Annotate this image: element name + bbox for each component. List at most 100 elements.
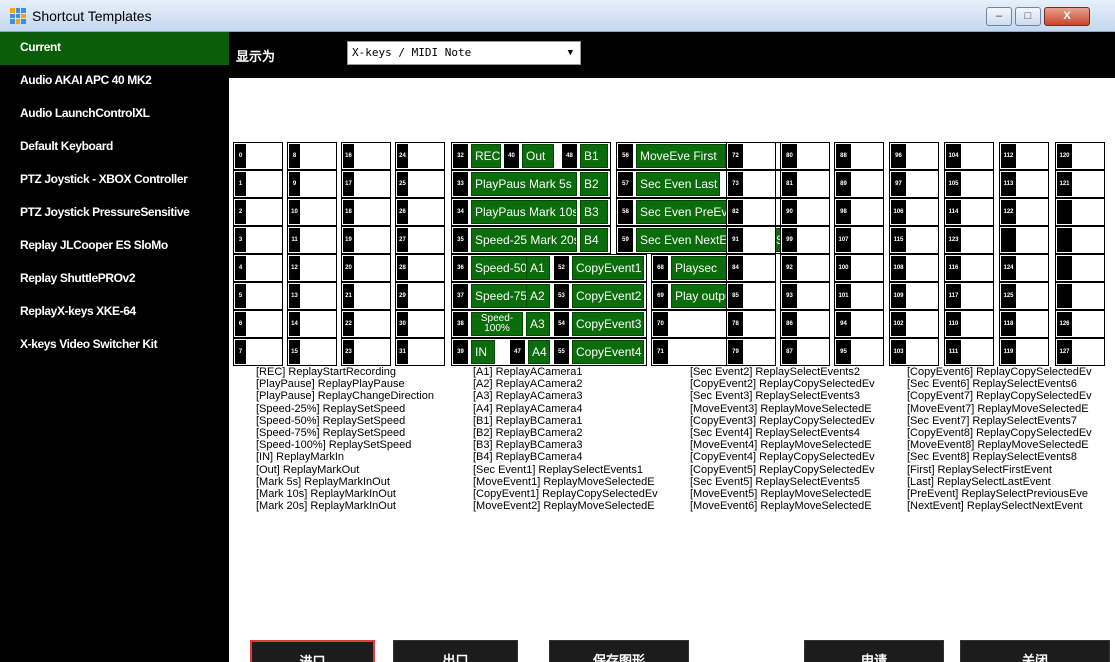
key-cell[interactable]: 24 [395,142,445,170]
key-cell[interactable]: 78 [726,310,776,338]
key-cell[interactable]: 81 [780,170,830,198]
key-action-button[interactable]: IN [471,340,495,364]
key-cell[interactable]: 127 [1055,338,1105,366]
key-cell[interactable]: 88 [834,142,884,170]
key-action-button[interactable]: CopyEvent4 [572,340,644,364]
key-cell[interactable]: 98 [834,198,884,226]
key-cell[interactable]: 100 [834,254,884,282]
key-cell[interactable]: 86 [780,310,830,338]
key-cell[interactable]: 107 [834,226,884,254]
key-action-button[interactable]: A2 [526,284,550,308]
key-cell[interactable]: 28 [395,254,445,282]
key-cell[interactable]: 111 [944,338,994,366]
key-cell[interactable]: 11 [287,226,337,254]
key-cell[interactable]: 31 [395,338,445,366]
key-cell[interactable]: 123 [944,226,994,254]
apply-button[interactable]: 申请 [804,640,944,662]
key-cell[interactable]: 120 [1055,142,1105,170]
key-cell[interactable]: 25 [395,170,445,198]
key-cell[interactable]: 87 [780,338,830,366]
key-action-button[interactable]: Sec Even Last [636,172,720,196]
close-window-button[interactable]: X [1044,7,1090,26]
key-cell[interactable]: 73 [726,170,776,198]
sidebar-item-jlcooper[interactable]: Replay JLCooper ES SloMo [0,230,229,263]
key-cell[interactable]: 125 [999,282,1049,310]
key-cell[interactable]: 110 [944,310,994,338]
key-cell[interactable] [1055,226,1105,254]
key-cell[interactable]: 80 [780,142,830,170]
key-action-button[interactable]: PlayPaus Mark 10s [471,200,577,224]
sidebar-item-launchcontrol[interactable]: Audio LaunchControlXL [0,98,229,131]
key-cell[interactable]: 5 [233,282,283,310]
key-cell[interactable]: 15 [287,338,337,366]
key-cell[interactable] [1055,198,1105,226]
key-action-button[interactable]: Playsec [671,256,729,280]
key-cell[interactable]: 90 [780,198,830,226]
key-cell[interactable]: 39 IN 47 A4 55 CopyEvent4 [451,338,647,366]
key-cell[interactable]: 26 [395,198,445,226]
key-cell[interactable]: 101 [834,282,884,310]
key-cell[interactable]: 104 [944,142,994,170]
key-cell[interactable]: 106 [889,198,939,226]
key-action-button[interactable]: B2 [580,172,608,196]
key-action-button[interactable]: CopyEvent3 [572,312,644,336]
sidebar-item-default-keyboard[interactable]: Default Keyboard [0,131,229,164]
key-cell[interactable]: 19 [341,226,391,254]
key-cell[interactable]: 114 [944,198,994,226]
key-action-button[interactable]: B1 [580,144,608,168]
key-action-button[interactable]: REC [471,144,501,168]
close-button[interactable]: 关闭 [960,640,1110,662]
key-cell[interactable]: 99 [780,226,830,254]
sidebar-item-xkeys-video[interactable]: X-keys Video Switcher Kit [0,329,229,362]
key-cell[interactable]: 92 [780,254,830,282]
key-cell[interactable]: 2 [233,198,283,226]
key-cell[interactable]: 94 [834,310,884,338]
key-cell[interactable] [1055,254,1105,282]
key-cell[interactable]: 32 REC 40 Out 48 B1 [451,142,611,170]
key-cell[interactable]: 126 [1055,310,1105,338]
sidebar-item-current[interactable]: Current [0,32,229,65]
key-cell[interactable]: 95 [834,338,884,366]
key-cell[interactable]: 72 [726,142,776,170]
sidebar-item-akai[interactable]: Audio AKAI APC 40 MK2 [0,65,229,98]
key-cell[interactable]: 14 [287,310,337,338]
key-cell[interactable]: 18 [341,198,391,226]
key-cell[interactable]: 79 [726,338,776,366]
sidebar-item-xkeys-xke64[interactable]: ReplayX-keys XKE-64 [0,296,229,329]
key-cell[interactable]: 109 [889,282,939,310]
key-cell[interactable]: 96 [889,142,939,170]
key-cell[interactable]: 116 [944,254,994,282]
key-cell[interactable]: 27 [395,226,445,254]
key-action-button[interactable]: Speed-25 Mark 20s [471,228,577,252]
key-cell[interactable]: 29 [395,282,445,310]
key-cell[interactable]: 4 [233,254,283,282]
key-cell[interactable]: 0 [233,142,283,170]
key-cell[interactable]: 119 [999,338,1049,366]
key-cell[interactable]: 13 [287,282,337,310]
export-button[interactable]: 出口 [393,640,518,662]
key-action-button[interactable]: Sec Even NextEver REC Stop [636,228,802,252]
key-cell[interactable]: 108 [889,254,939,282]
key-cell[interactable]: 38 Speed-100% A3 54 CopyEvent3 [451,310,647,338]
key-cell[interactable]: 1 [233,170,283,198]
key-cell[interactable]: 7 [233,338,283,366]
key-cell[interactable]: 9 [287,170,337,198]
key-cell[interactable]: 30 [395,310,445,338]
maximize-button[interactable]: □ [1015,7,1041,26]
key-cell[interactable]: 34 PlayPaus Mark 10s B3 [451,198,611,226]
key-cell[interactable]: 82 [726,198,776,226]
key-cell[interactable]: 115 [889,226,939,254]
key-action-button[interactable]: A4 [528,340,550,364]
key-action-button[interactable]: CopyEvent1 [572,256,644,280]
key-cell[interactable]: 85 [726,282,776,310]
key-cell[interactable]: 6 [233,310,283,338]
key-cell[interactable]: 112 [999,142,1049,170]
key-cell[interactable]: 35 Speed-25 Mark 20s B4 [451,226,611,254]
sidebar-item-xbox[interactable]: PTZ Joystick - XBOX Controller [0,164,229,197]
key-action-button[interactable]: A3 [526,312,550,336]
key-cell[interactable]: 20 [341,254,391,282]
key-cell[interactable]: 33 PlayPaus Mark 5s B2 [451,170,611,198]
key-action-button[interactable]: Speed-50 [471,256,531,280]
key-cell[interactable]: 124 [999,254,1049,282]
key-cell[interactable]: 89 [834,170,884,198]
